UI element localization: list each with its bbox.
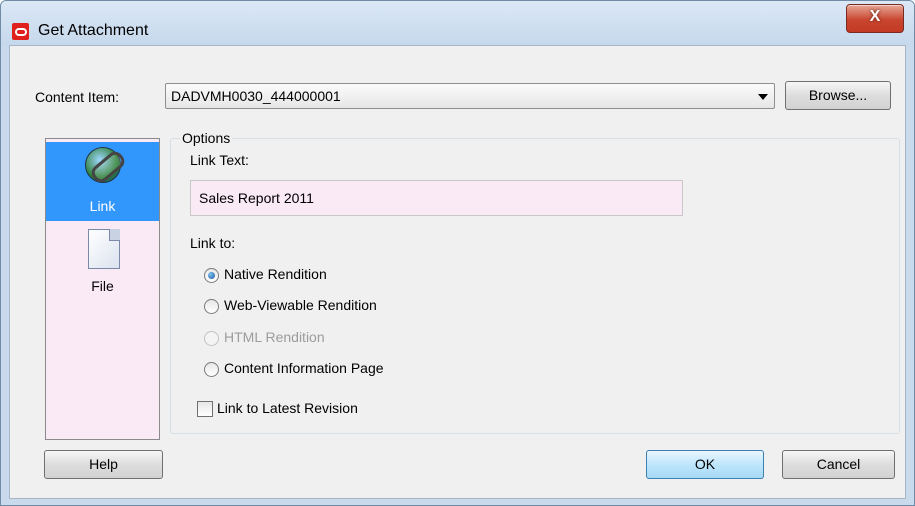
latest-revision-checkbox[interactable] (197, 401, 213, 417)
link-text-field[interactable]: Sales Report 2011 (190, 180, 683, 216)
radio-label: Content Information Page (224, 360, 384, 376)
ok-button[interactable]: OK (646, 450, 764, 479)
link-to-label: Link to: (190, 235, 236, 251)
sidebar-item-link[interactable]: Link (46, 142, 159, 221)
sidebar-item-label: Link (89, 198, 116, 214)
link-text-value: Sales Report 2011 (199, 190, 314, 206)
radio-button[interactable] (204, 362, 219, 377)
content-item-value: DADVMH0030_444000001 (171, 88, 341, 104)
radio-button[interactable] (204, 299, 219, 314)
dialog-body: Content Item: DADVMH0030_444000001 Brows… (9, 45, 906, 499)
options-group-title: Options (180, 130, 233, 146)
title-bar: Get Attachment X (1, 1, 914, 45)
window-title: Get Attachment (38, 22, 149, 39)
radio-button-disabled (204, 331, 219, 346)
chevron-down-icon (758, 94, 768, 100)
attachment-type-sidebar: Link File (45, 138, 160, 440)
radio-label: Native Rendition (224, 266, 327, 282)
radio-label: Web-Viewable Rendition (224, 297, 377, 313)
get-attachment-dialog: Get Attachment X Content Item: DADVMH003… (0, 0, 915, 506)
oracle-app-icon (12, 23, 29, 40)
radio-label: HTML Rendition (224, 329, 325, 345)
link-text-label: Link Text: (190, 152, 249, 168)
content-item-dropdown[interactable]: DADVMH0030_444000001 (165, 83, 775, 109)
radio-button-selected[interactable] (204, 268, 219, 283)
help-button[interactable]: Help (44, 450, 163, 479)
cancel-button[interactable]: Cancel (782, 450, 895, 479)
browse-button[interactable]: Browse... (785, 81, 891, 110)
close-button[interactable]: X (846, 4, 904, 33)
file-fold-icon (109, 229, 120, 241)
content-item-label: Content Item: (35, 89, 120, 105)
close-icon: X (869, 8, 881, 25)
sidebar-item-file[interactable]: File (46, 222, 159, 301)
sidebar-item-label: File (91, 278, 114, 294)
latest-revision-label: Link to Latest Revision (217, 400, 358, 416)
